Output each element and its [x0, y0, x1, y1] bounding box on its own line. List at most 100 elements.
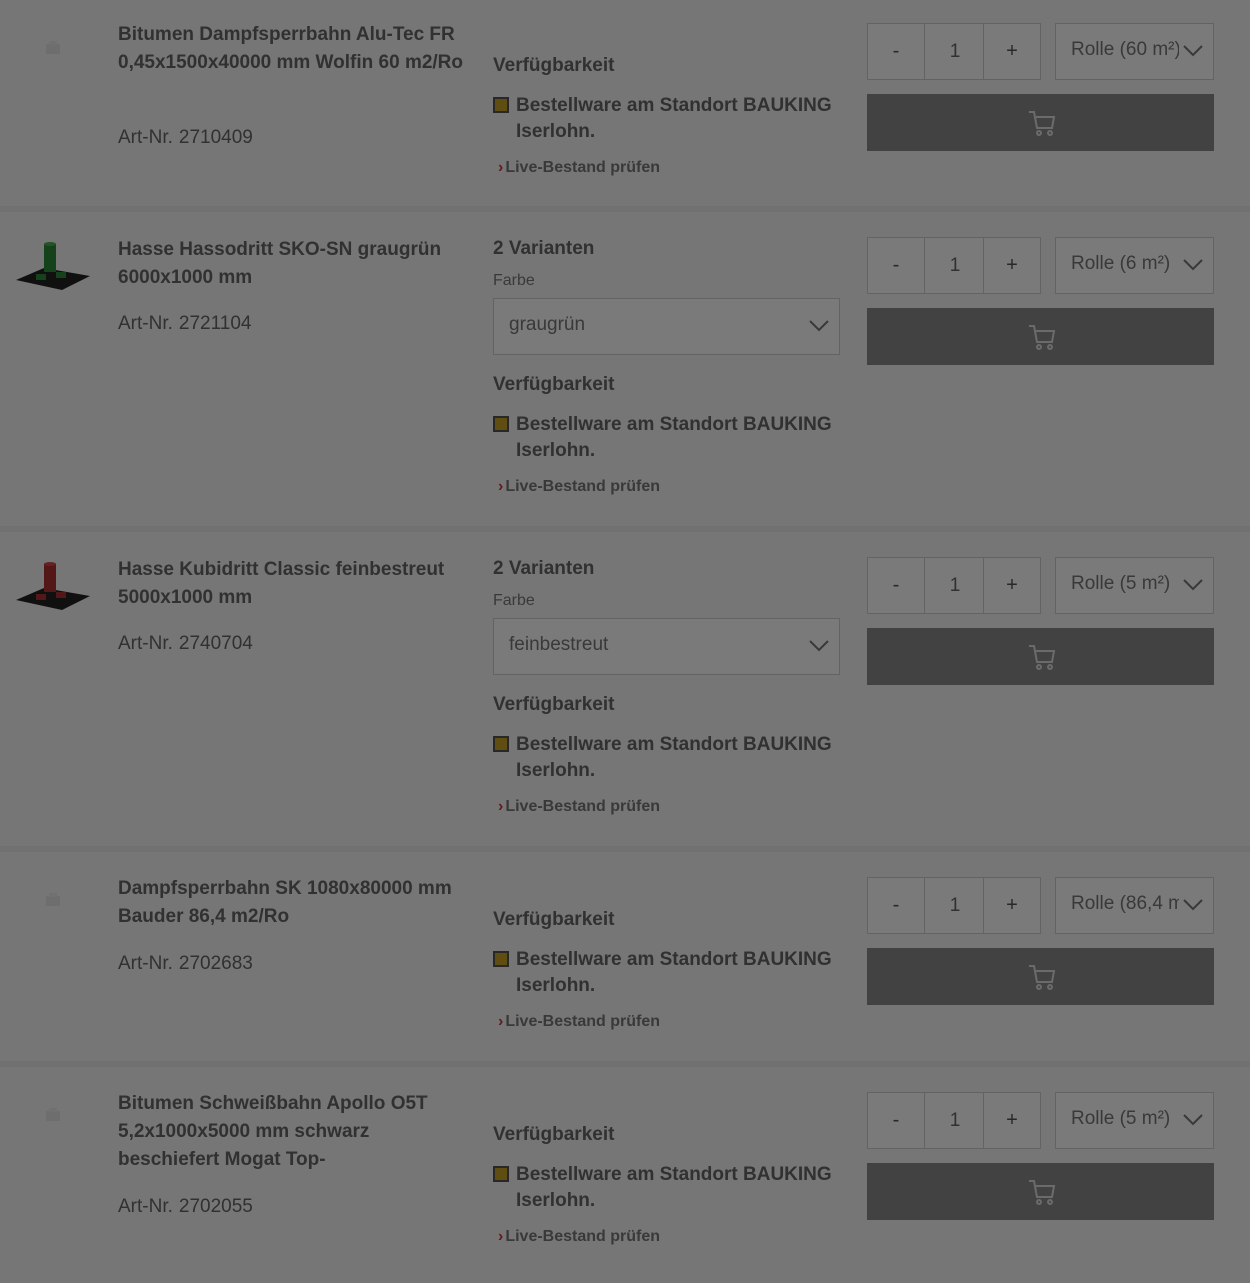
- live-stock-label: Live-Bestand prüfen: [505, 478, 661, 495]
- product-title[interactable]: Dampfsperrbahn SK 1080x80000 mm Bauder 8…: [118, 875, 463, 931]
- availability-text: Bestellware am Standort BAUKING Iserlohn…: [516, 1164, 832, 1211]
- chevron-down-icon: [1183, 1114, 1203, 1126]
- product-title[interactable]: Hasse Hassodritt SKO-SN graugrün 6000x10…: [118, 236, 463, 292]
- unit-select[interactable]: Rolle (86,4 m²): [1055, 877, 1214, 934]
- decrease-button[interactable]: -: [868, 24, 925, 79]
- placeholder-icon[interactable]: [14, 874, 92, 930]
- variants-count: 2 Varianten: [493, 238, 595, 259]
- live-stock-link[interactable]: › Live-Bestand prüfen: [498, 1228, 660, 1246]
- artnr-value: 2721104: [178, 313, 252, 334]
- cart-icon: [1029, 645, 1056, 670]
- unit-value: Rolle (6 m²): [1071, 253, 1171, 274]
- quantity-stepper[interactable]: - 1 +: [867, 1092, 1041, 1149]
- article-number: Art-Nr. 2702055: [118, 1196, 253, 1218]
- artnr-label: Art-Nr.: [118, 127, 173, 148]
- chevron-right-icon: ›: [498, 1228, 504, 1245]
- product-roll-icon[interactable]: [14, 238, 92, 294]
- artnr-label: Art-Nr.: [118, 633, 173, 654]
- live-stock-link[interactable]: › Live-Bestand prüfen: [498, 159, 660, 177]
- quantity-stepper[interactable]: - 1 +: [867, 23, 1041, 80]
- availability-text: Bestellware am Standort BAUKING Iserlohn…: [516, 414, 832, 461]
- availability-square-icon: [493, 1166, 509, 1182]
- product-row: Hasse Kubidritt Classic feinbestreut 500…: [0, 532, 1250, 852]
- unit-value: Rolle (5 m²): [1071, 573, 1171, 594]
- live-stock-label: Live-Bestand prüfen: [505, 1013, 661, 1030]
- product-list: Bitumen Dampfsperrbahn Alu-Tec FR 0,45x1…: [0, 0, 1250, 1283]
- placeholder-icon[interactable]: [14, 1089, 92, 1145]
- availability-square-icon: [493, 736, 509, 752]
- chevron-down-icon: [1183, 899, 1203, 911]
- variant-select[interactable]: feinbestreut: [493, 618, 840, 675]
- artnr-value: 2710409: [178, 127, 253, 148]
- variants-count: 2 Varianten: [493, 558, 595, 579]
- availability-text: Bestellware am Standort BAUKING Iserlohn…: [516, 734, 832, 781]
- product-row: Dampfsperrbahn SK 1080x80000 mm Bauder 8…: [0, 852, 1250, 1067]
- add-to-cart-button[interactable]: [867, 948, 1214, 1005]
- artnr-label: Art-Nr.: [118, 313, 173, 334]
- article-number: Art-Nr. 2702683: [118, 953, 253, 975]
- decrease-button[interactable]: -: [868, 558, 925, 613]
- live-stock-link[interactable]: › Live-Bestand prüfen: [498, 798, 660, 816]
- chevron-down-icon: [1183, 259, 1203, 271]
- variant-value: graugrün: [509, 314, 586, 335]
- live-stock-label: Live-Bestand prüfen: [505, 159, 661, 176]
- quantity-input[interactable]: 1: [925, 558, 985, 613]
- add-to-cart-button[interactable]: [867, 1163, 1214, 1220]
- variant-value: feinbestreut: [509, 634, 609, 655]
- quantity-stepper[interactable]: - 1 +: [867, 877, 1041, 934]
- unit-select[interactable]: Rolle (5 m²): [1055, 557, 1214, 614]
- decrease-button[interactable]: -: [868, 238, 925, 293]
- unit-select[interactable]: Rolle (60 m²): [1055, 23, 1214, 80]
- increase-button[interactable]: +: [983, 1093, 1040, 1148]
- add-to-cart-button[interactable]: [867, 628, 1214, 685]
- cart-icon: [1029, 1180, 1056, 1205]
- chevron-down-icon: [809, 320, 829, 332]
- live-stock-link[interactable]: › Live-Bestand prüfen: [498, 1013, 660, 1031]
- unit-value: Rolle (60 m²): [1071, 39, 1179, 60]
- live-stock-link[interactable]: › Live-Bestand prüfen: [498, 478, 660, 496]
- availability-heading: Verfügbarkeit: [493, 909, 615, 930]
- article-number: Art-Nr. 2710409: [118, 127, 253, 149]
- artnr-value: 2740704: [178, 633, 253, 654]
- add-to-cart-button[interactable]: [867, 94, 1214, 151]
- availability-heading: Verfügbarkeit: [493, 55, 615, 76]
- quantity-input[interactable]: 1: [925, 24, 985, 79]
- quantity-stepper[interactable]: - 1 +: [867, 557, 1041, 614]
- increase-button[interactable]: +: [983, 558, 1040, 613]
- chevron-right-icon: ›: [498, 159, 504, 176]
- decrease-button[interactable]: -: [868, 878, 925, 933]
- artnr-label: Art-Nr.: [118, 953, 173, 974]
- product-roll-icon[interactable]: [14, 558, 92, 614]
- variant-select[interactable]: graugrün: [493, 298, 840, 355]
- quantity-input[interactable]: 1: [925, 1093, 985, 1148]
- unit-select[interactable]: Rolle (5 m²): [1055, 1092, 1214, 1149]
- availability-text: Bestellware am Standort BAUKING Iserlohn…: [516, 95, 832, 142]
- quantity-stepper[interactable]: - 1 +: [867, 237, 1041, 294]
- increase-button[interactable]: +: [983, 238, 1040, 293]
- unit-select[interactable]: Rolle (6 m²): [1055, 237, 1214, 294]
- availability-heading: Verfügbarkeit: [493, 1124, 615, 1145]
- quantity-input[interactable]: 1: [925, 878, 985, 933]
- unit-value: Rolle (86,4 m²): [1071, 893, 1179, 914]
- cart-icon: [1029, 325, 1056, 350]
- product-title[interactable]: Hasse Kubidritt Classic feinbestreut 500…: [118, 556, 463, 612]
- add-to-cart-button[interactable]: [867, 308, 1214, 365]
- variant-label: Farbe: [493, 272, 535, 289]
- chevron-down-icon: [1183, 45, 1203, 57]
- chevron-right-icon: ›: [498, 1013, 504, 1030]
- product-title[interactable]: Bitumen Schweißbahn Apollo O5T 5,2x1000x…: [118, 1090, 463, 1174]
- decrease-button[interactable]: -: [868, 1093, 925, 1148]
- product-row: Bitumen Dampfsperrbahn Alu-Tec FR 0,45x1…: [0, 0, 1250, 212]
- increase-button[interactable]: +: [983, 24, 1040, 79]
- artnr-value: 2702683: [178, 953, 253, 974]
- placeholder-icon[interactable]: [14, 22, 92, 78]
- increase-button[interactable]: +: [983, 878, 1040, 933]
- availability-text: Bestellware am Standort BAUKING Iserlohn…: [516, 949, 832, 996]
- product-title[interactable]: Bitumen Dampfsperrbahn Alu-Tec FR 0,45x1…: [118, 21, 463, 77]
- article-number: Art-Nr. 2740704: [118, 633, 253, 655]
- availability-heading: Verfügbarkeit: [493, 374, 615, 395]
- availability-heading: Verfügbarkeit: [493, 694, 615, 715]
- chevron-right-icon: ›: [498, 478, 504, 495]
- chevron-right-icon: ›: [498, 798, 504, 815]
- quantity-input[interactable]: 1: [925, 238, 985, 293]
